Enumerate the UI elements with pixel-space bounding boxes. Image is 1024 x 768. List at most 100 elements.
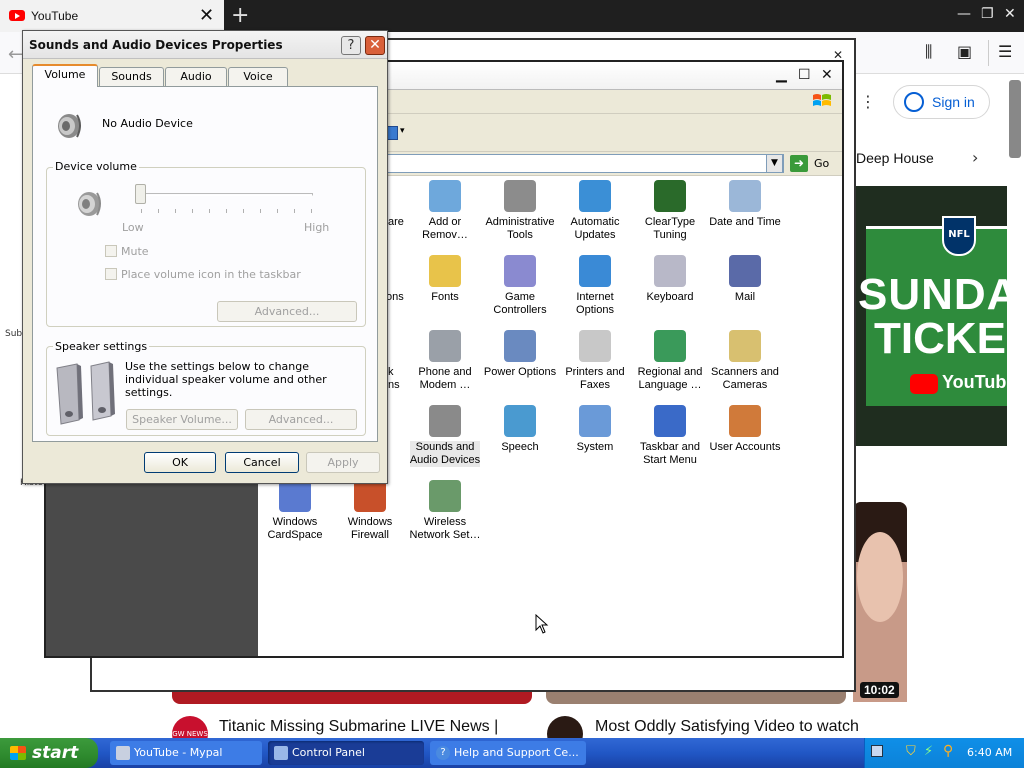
nfl-sunday-ticket-ad[interactable]: NFL SUNDA TICKE YouTube [854, 186, 1007, 446]
dialog-close-button[interactable]: ✕ [365, 36, 385, 55]
control-panel-item[interactable]: Mail [707, 255, 783, 304]
speaker-description: Use the settings below to change individ… [125, 360, 327, 399]
taskbar-button-control-panel[interactable]: Control Panel [268, 741, 424, 765]
chip-deep-house[interactable]: Deep House [856, 150, 934, 166]
search-icon[interactable]: ⚲ [943, 743, 953, 759]
control-panel-item[interactable]: Scanners and Cameras [707, 330, 783, 392]
sidebar-subscriptions-fragment[interactable]: Sub [5, 329, 22, 339]
restore-icon[interactable]: ❐ [981, 6, 994, 22]
taskbar-button-help[interactable]: ? Help and Support Ce... [430, 741, 586, 765]
place-icon-checkbox[interactable] [105, 268, 117, 280]
maximize-icon[interactable]: ☐ [798, 67, 811, 83]
control-panel-item[interactable]: Add or Remov… [407, 180, 483, 242]
speaker-icon [58, 114, 81, 138]
control-panel-item[interactable]: Windows CardSpace [257, 480, 333, 542]
page-scrollbar[interactable] [1009, 80, 1021, 158]
advanced-button-speaker[interactable]: Advanced... [245, 409, 357, 430]
tab-volume[interactable]: Volume [32, 64, 98, 87]
control-panel-item[interactable]: Windows Firewall [332, 480, 408, 542]
video-thumbnail-1[interactable] [172, 692, 532, 704]
control-panel-item-label: Windows CardSpace [267, 516, 323, 541]
back-icon[interactable]: ← [8, 44, 23, 65]
mute-checkbox[interactable] [105, 245, 117, 257]
control-panel-item[interactable]: Sounds and Audio Devices [407, 405, 483, 467]
network-icon[interactable]: ⚡ [924, 744, 933, 759]
taskbar-button-youtube[interactable]: YouTube - Mypal [110, 741, 262, 765]
control-panel-item[interactable]: Date and Time [707, 180, 783, 229]
volume-slider-thumb[interactable] [135, 184, 146, 204]
minimize-icon[interactable]: ▁ [776, 67, 787, 83]
dialog-titlebar[interactable]: Sounds and Audio Devices Properties ? ✕ [23, 31, 387, 59]
mouse-cursor-icon [535, 614, 549, 634]
slider-tick [209, 209, 210, 213]
menu-icon[interactable]: ☰ [998, 42, 1012, 61]
taskbar-icon [654, 405, 686, 437]
video-title-1[interactable]: Titanic Missing Submarine LIVE News | [219, 718, 498, 736]
control-panel-item[interactable]: Game Controllers [482, 255, 558, 317]
control-panel-item[interactable]: Administrative Tools [482, 180, 558, 242]
video-title-2[interactable]: Most Oddly Satisfying Video to watch [595, 718, 859, 736]
control-panel-item[interactable]: ClearType Tuning [632, 180, 708, 242]
close-icon[interactable]: ✕ [821, 67, 833, 83]
control-panel-item-label: Phone and Modem … [418, 366, 472, 391]
apply-button[interactable]: Apply [306, 452, 380, 473]
close-icon[interactable]: ✕ [1004, 6, 1016, 22]
tab-sounds[interactable]: Sounds [99, 67, 164, 86]
control-panel-item[interactable]: Wireless Network Set… [407, 480, 483, 542]
control-panel-item[interactable]: Fonts [407, 255, 483, 304]
control-panel-item-label: Sounds and Audio Devices [409, 441, 481, 467]
advanced-button-volume[interactable]: Advanced... [217, 301, 357, 322]
control-panel-item[interactable]: Printers and Faxes [557, 330, 633, 392]
control-panel-item[interactable]: Taskbar and Start Menu [632, 405, 708, 467]
video-thumbnail[interactable] [853, 502, 907, 702]
video-thumbnail-2[interactable] [546, 692, 846, 704]
dialog-title: Sounds and Audio Devices Properties [29, 38, 283, 52]
minimize-icon[interactable]: — [957, 6, 971, 22]
control-panel-item[interactable]: Phone and Modem … [407, 330, 483, 392]
slider-tick [277, 209, 278, 213]
browser-tab[interactable]: YouTube ✕ [0, 0, 224, 32]
help-button[interactable]: ? [341, 36, 361, 55]
control-panel-item[interactable]: Automatic Updates [557, 180, 633, 242]
sign-in-button[interactable]: Sign in [893, 85, 990, 119]
control-panel-item[interactable]: Internet Options [557, 255, 633, 317]
cancel-button[interactable]: Cancel [225, 452, 299, 473]
control-panel-item[interactable]: System [557, 405, 633, 454]
tab-audio[interactable]: Audio [165, 67, 227, 86]
truncated-label[interactable]: ons [386, 291, 404, 303]
control-panel-item[interactable]: Speech [482, 405, 558, 454]
control-panel-item[interactable]: User Accounts [707, 405, 783, 454]
ad-line-2: TICKE [874, 314, 1006, 363]
new-tab-button[interactable]: + [231, 3, 249, 28]
tab-voice[interactable]: Voice [228, 67, 288, 86]
start-button[interactable]: start [0, 738, 98, 768]
security-shield-icon[interactable]: ⛉ [906, 744, 916, 759]
control-panel-item-label: Scanners and Cameras [711, 366, 779, 391]
printers-icon [579, 330, 611, 362]
truncated-label[interactable]: are [388, 216, 404, 228]
go-button[interactable]: Go [814, 157, 829, 170]
more-icon[interactable]: ⋮ [860, 92, 876, 111]
keyboard-layout-icon[interactable] [871, 745, 883, 757]
truncated-label[interactable]: ns [388, 379, 400, 391]
chevron-right-icon[interactable]: › [972, 148, 978, 167]
scanners-icon [729, 330, 761, 362]
views-dropdown-icon[interactable]: ▾ [400, 126, 405, 136]
go-arrow-icon[interactable]: ➜ [790, 155, 808, 172]
control-panel-item[interactable]: Power Options [482, 330, 558, 379]
speaker-volume-button[interactable]: Speaker Volume... [126, 409, 238, 430]
library-icon[interactable]: ⫼ [925, 42, 932, 62]
slider-tick [141, 209, 142, 213]
address-dropdown-icon[interactable]: ▼ [766, 154, 783, 173]
user-accounts-icon [729, 405, 761, 437]
control-panel-item[interactable]: Regional and Language … [632, 330, 708, 392]
address-input[interactable] [386, 154, 784, 173]
windows-logo-icon [813, 94, 831, 106]
truncated-label[interactable]: k [388, 366, 394, 378]
sidebar-icon[interactable]: ▣ [957, 42, 972, 61]
control-panel-item[interactable]: Keyboard [632, 255, 708, 304]
volume-slider-track[interactable] [141, 193, 313, 196]
close-tab-icon[interactable]: ✕ [199, 5, 214, 26]
ok-button[interactable]: OK [144, 452, 216, 473]
thumbnail-face [857, 532, 903, 622]
